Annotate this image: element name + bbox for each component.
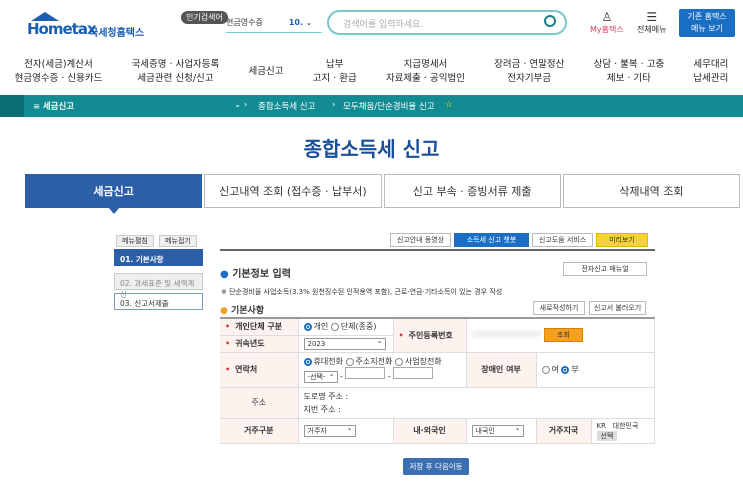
phone-last-input[interactable] <box>393 367 434 379</box>
manual-button[interactable]: 전자신고 매뉴얼 <box>563 262 647 276</box>
star-icon[interactable]: ☆ <box>445 100 453 110</box>
nav-item-label: 세무대리 <box>693 59 729 70</box>
rrn-lookup-button[interactable]: 조회 <box>544 328 583 343</box>
nav-item-label: 고지 · 환급 <box>312 73 357 84</box>
tab-history[interactable]: 신고내역 조회 (접수증 · 납부서) <box>204 174 382 208</box>
logo-text: Hometax <box>27 20 97 38</box>
lot-address: 지번 주소 : <box>303 404 341 414</box>
nav-item-label: 장려금 · 연말정산 <box>494 59 565 70</box>
step-2[interactable]: 02. 과세표준 및 세액계산 <box>114 273 203 299</box>
step-3[interactable]: 03. 신고서제출 <box>114 293 203 310</box>
breadcrumb-level3[interactable]: 모두채움/단순경비율 신고 <box>343 100 435 112</box>
nav-item-label: 제보 · 기타 <box>606 73 651 84</box>
hometax-logo[interactable]: Hometax 국세청홈택스 <box>27 12 147 42</box>
search-placeholder: 검색어를 입력하세요. <box>343 20 424 30</box>
all-menu-button[interactable]: ☰ 전체메뉴 <box>637 10 666 35</box>
breadcrumb-menu[interactable]: ≡ 세금신고 <box>33 100 74 112</box>
nav-item[interactable]: 지급명세서자료제출 · 공익법인 <box>386 58 465 86</box>
menu-expand-button[interactable]: 메뉴펼침 <box>116 235 154 247</box>
nav-item[interactable]: 국세증명 · 사업자등록세금관련 신청/신고 <box>132 58 220 86</box>
bullet-icon: ● <box>220 269 229 280</box>
disabled-label: 장애인 여부 <box>466 352 537 388</box>
old-menu-button[interactable]: 기존 홈택스메뉴 보기 <box>679 9 735 37</box>
phone-prefix-select[interactable]: -선택- <box>303 369 338 383</box>
nav-item[interactable]: 납부고지 · 환급 <box>313 58 357 86</box>
page-title: 종합소득세 신고 <box>303 137 440 161</box>
tabs: 세금신고 신고내역 조회 (접수증 · 납부서) 신고 부속 · 증빙서류 제출… <box>25 174 740 214</box>
year-label: 귀속년도 <box>220 335 299 353</box>
load-report-button[interactable]: 신고서 불러오기 <box>589 301 646 315</box>
foreign-label: 내·외국인 <box>393 418 467 444</box>
country-name: 대한민국 <box>612 421 639 430</box>
type-label: 개인단체 구분 <box>220 318 299 336</box>
user-icon: ♙ <box>601 10 613 24</box>
hamburger-icon: ☰ <box>646 10 658 24</box>
popular-keyword[interactable]: 현금영수증 10. ⌄ <box>226 17 322 33</box>
subsection-title: ● 기본사항 <box>220 306 265 316</box>
section-title: ● 기본정보 입력 <box>220 269 291 280</box>
save-next-button[interactable]: 저장 후 다음이동 <box>403 458 469 475</box>
nav-item[interactable]: 장려금 · 연말정산전자기부금 <box>494 58 564 86</box>
chevron-down-icon[interactable]: ⌄ › <box>234 100 247 110</box>
contact-label: 연락처 <box>220 352 299 388</box>
year-select[interactable]: 2023 <box>303 336 386 350</box>
nav-item-label: 전자기부금 <box>507 73 552 84</box>
logo-korean: 국세청홈택스 <box>89 28 145 39</box>
nav-item-label: 현금영수증 · 신용카드 <box>14 73 103 84</box>
contact-field[interactable]: 휴대전화 주소지전화 사업장전화-선택- - - <box>298 352 467 388</box>
country-select-button[interactable]: 선택 <box>596 430 618 441</box>
foreign-select[interactable]: 내국인 <box>471 423 524 437</box>
road-address: 도로명 주소 : <box>303 391 349 401</box>
nav-item[interactable]: 상담 · 불복 · 고충제보 · 기타 <box>594 58 665 86</box>
tab-deleted[interactable]: 삭제내역 조회 <box>562 174 740 208</box>
residence-label: 거주구분 <box>220 418 299 444</box>
type-radio-group[interactable]: 개인 단체(종중) <box>298 318 394 336</box>
my-label: My홈택스 <box>590 25 624 34</box>
popular-search-badge: 인기검색어 <box>181 11 228 24</box>
nav-item-label: 자료제출 · 공익법인 <box>385 73 465 84</box>
old-menu-line2: 메뉴 보기 <box>691 24 723 33</box>
rrn-label: 주민등록번호 <box>393 318 467 353</box>
nav-item-label: 납부 <box>325 59 344 70</box>
nav-item-label: 전자(세금)계산서 <box>24 59 93 70</box>
keyword-rank: 10. <box>288 18 303 27</box>
rrn-field[interactable]: 조회 <box>466 318 655 353</box>
divider <box>220 249 655 251</box>
search-icon[interactable] <box>544 15 556 27</box>
phone-mid-input[interactable] <box>345 367 386 379</box>
search-input[interactable]: 검색어를 입력하세요. <box>327 10 567 35</box>
new-write-button[interactable]: 새로작성하기 <box>533 301 585 315</box>
menu-collapse-button[interactable]: 메뉴접기 <box>159 235 197 247</box>
help-service-button[interactable]: 신고도움 서비스 <box>532 233 593 247</box>
tab-attachments[interactable]: 신고 부속 · 증빙서류 제출 <box>383 174 561 208</box>
nav-item-label: 국세증명 · 사업자등록 <box>131 59 220 70</box>
step-1[interactable]: 01. 기본사항 <box>114 249 203 266</box>
disabled-radio-group[interactable]: 여 부 <box>536 352 655 388</box>
residence-select[interactable]: 거주자 <box>303 423 356 437</box>
basic-info-table: 개인단체 구분 개인 단체(종중) 주민등록번호 조회 귀속년도 2023 연락… <box>220 317 655 444</box>
nav-item[interactable]: 전자(세금)계산서현금영수증 · 신용카드 <box>15 58 103 86</box>
breadcrumb-level2[interactable]: 종합소득세 신고 <box>258 100 315 112</box>
nav-item[interactable]: 세금신고 <box>249 65 284 79</box>
nav-item-label: 세금신고 <box>248 66 284 77</box>
old-menu-line1: 기존 홈택스 <box>687 12 727 21</box>
all-menu-label: 전체메뉴 <box>637 25 667 34</box>
notice-text: ※ 단순경비율 사업소득(3.3% 원천징수된 인적용역 포함), 근로·연금·… <box>221 288 503 296</box>
nav-item-label: 지급명세서 <box>403 59 448 70</box>
nav-item-label: 상담 · 불복 · 고충 <box>593 59 665 70</box>
country-label: 거주지국 <box>536 418 592 444</box>
tab-tax-report[interactable]: 세금신고 <box>25 174 203 214</box>
chatbot-button[interactable]: 소득세 신고 챗봇 <box>454 233 529 247</box>
nav-item-label: 납세관리 <box>693 73 729 84</box>
my-hometax-button[interactable]: ♙ My홈택스 <box>590 10 624 35</box>
breadcrumb: ≡ 세금신고 ⌄ › 종합소득세 신고 › 모두채움/단순경비율 신고 ☆ <box>0 95 743 117</box>
nav-item[interactable]: 세무대리납세관리 <box>693 58 728 86</box>
video-guide-button[interactable]: 신고안내 동영상 <box>390 233 451 247</box>
preview-button[interactable]: 미리보기 <box>596 233 648 247</box>
nav-item-label: 세금관련 신청/신고 <box>137 73 214 84</box>
main-nav: 전자(세금)계산서현금영수증 · 신용카드 국세증명 · 사업자등록세금관련 신청… <box>0 52 743 92</box>
keyword-text: 현금영수증 <box>226 18 263 27</box>
country-code: KR <box>596 421 606 430</box>
address-label: 주소 <box>220 387 299 419</box>
